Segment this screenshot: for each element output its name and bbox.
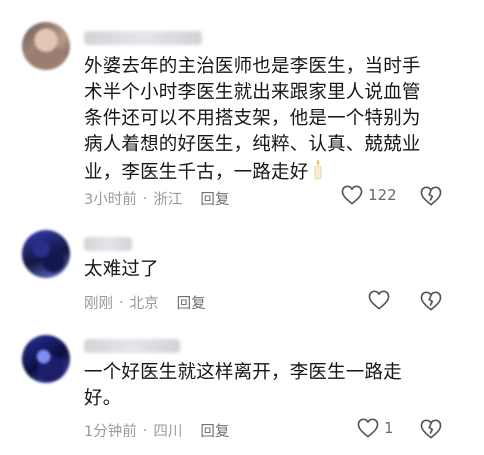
comment-time: 1分钟前 [84,424,137,440]
avatar[interactable] [22,22,70,70]
comment-time: 刚刚 [84,296,113,312]
heart-outline-icon [357,418,379,438]
dislike-button[interactable] [420,186,442,210]
comment-item: 一个好医生就这样离开，李医生一路走好。 1分钟前 · 四川 回复 1 [0,325,484,455]
broken-heart-icon [420,291,442,311]
meta-separator: · [119,294,124,311]
comment-text-body: 外婆去年的主治医师也是李医生，当时手术半个小时李医生就出来跟家里人说血管条件还可… [84,56,421,183]
dislike-button[interactable] [420,419,442,443]
meta-separator: · [142,422,148,439]
comment-location: 四川 [153,424,183,440]
comment-time: 3小时前 [84,192,137,208]
like-count: 122 [368,186,397,204]
dislike-button[interactable] [420,291,442,315]
username-blurred[interactable] [84,31,202,45]
like-count: 1 [384,419,394,437]
like-button[interactable]: 1 [357,418,394,438]
comment-text: 外婆去年的主治医师也是李医生，当时手术半个小时李医生就出来跟家里人说血管条件还可… [84,54,434,188]
avatar[interactable] [22,230,70,278]
heart-outline-icon [341,185,363,205]
comment-meta: 3小时前 · 浙江 回复 [84,188,229,209]
like-button[interactable]: 122 [341,185,397,205]
comment-text-body: 太难过了 [84,259,159,280]
comment-location: 北京 [129,296,159,312]
reply-button[interactable]: 回复 [200,188,229,209]
broken-heart-icon [420,419,442,439]
comment-item: 外婆去年的主治医师也是李医生，当时手术半个小时李医生就出来跟家里人说血管条件还可… [0,0,484,215]
like-button[interactable] [368,290,395,310]
comment-text: 一个好医生就这样离开，李医生一路走好。 [84,360,424,412]
comment-meta: 刚刚 · 北京 回复 [84,292,206,313]
comment-meta: 1分钟前 · 四川 回复 [84,420,229,441]
comment-location: 浙江 [153,192,183,208]
comment-item: 太难过了 刚刚 · 北京 回复 [0,215,484,325]
reply-button[interactable]: 回复 [177,292,206,313]
candle-emoji [312,158,324,188]
username-blurred[interactable] [84,237,132,251]
avatar[interactable] [22,335,70,383]
comment-text-body: 一个好医生就这样离开，李医生一路走好。 [84,362,402,409]
comment-text: 太难过了 [84,257,434,283]
meta-separator: · [142,190,148,207]
heart-outline-icon [368,290,390,310]
username-blurred[interactable] [84,339,180,353]
broken-heart-icon [420,186,442,206]
reply-button[interactable]: 回复 [200,420,229,441]
